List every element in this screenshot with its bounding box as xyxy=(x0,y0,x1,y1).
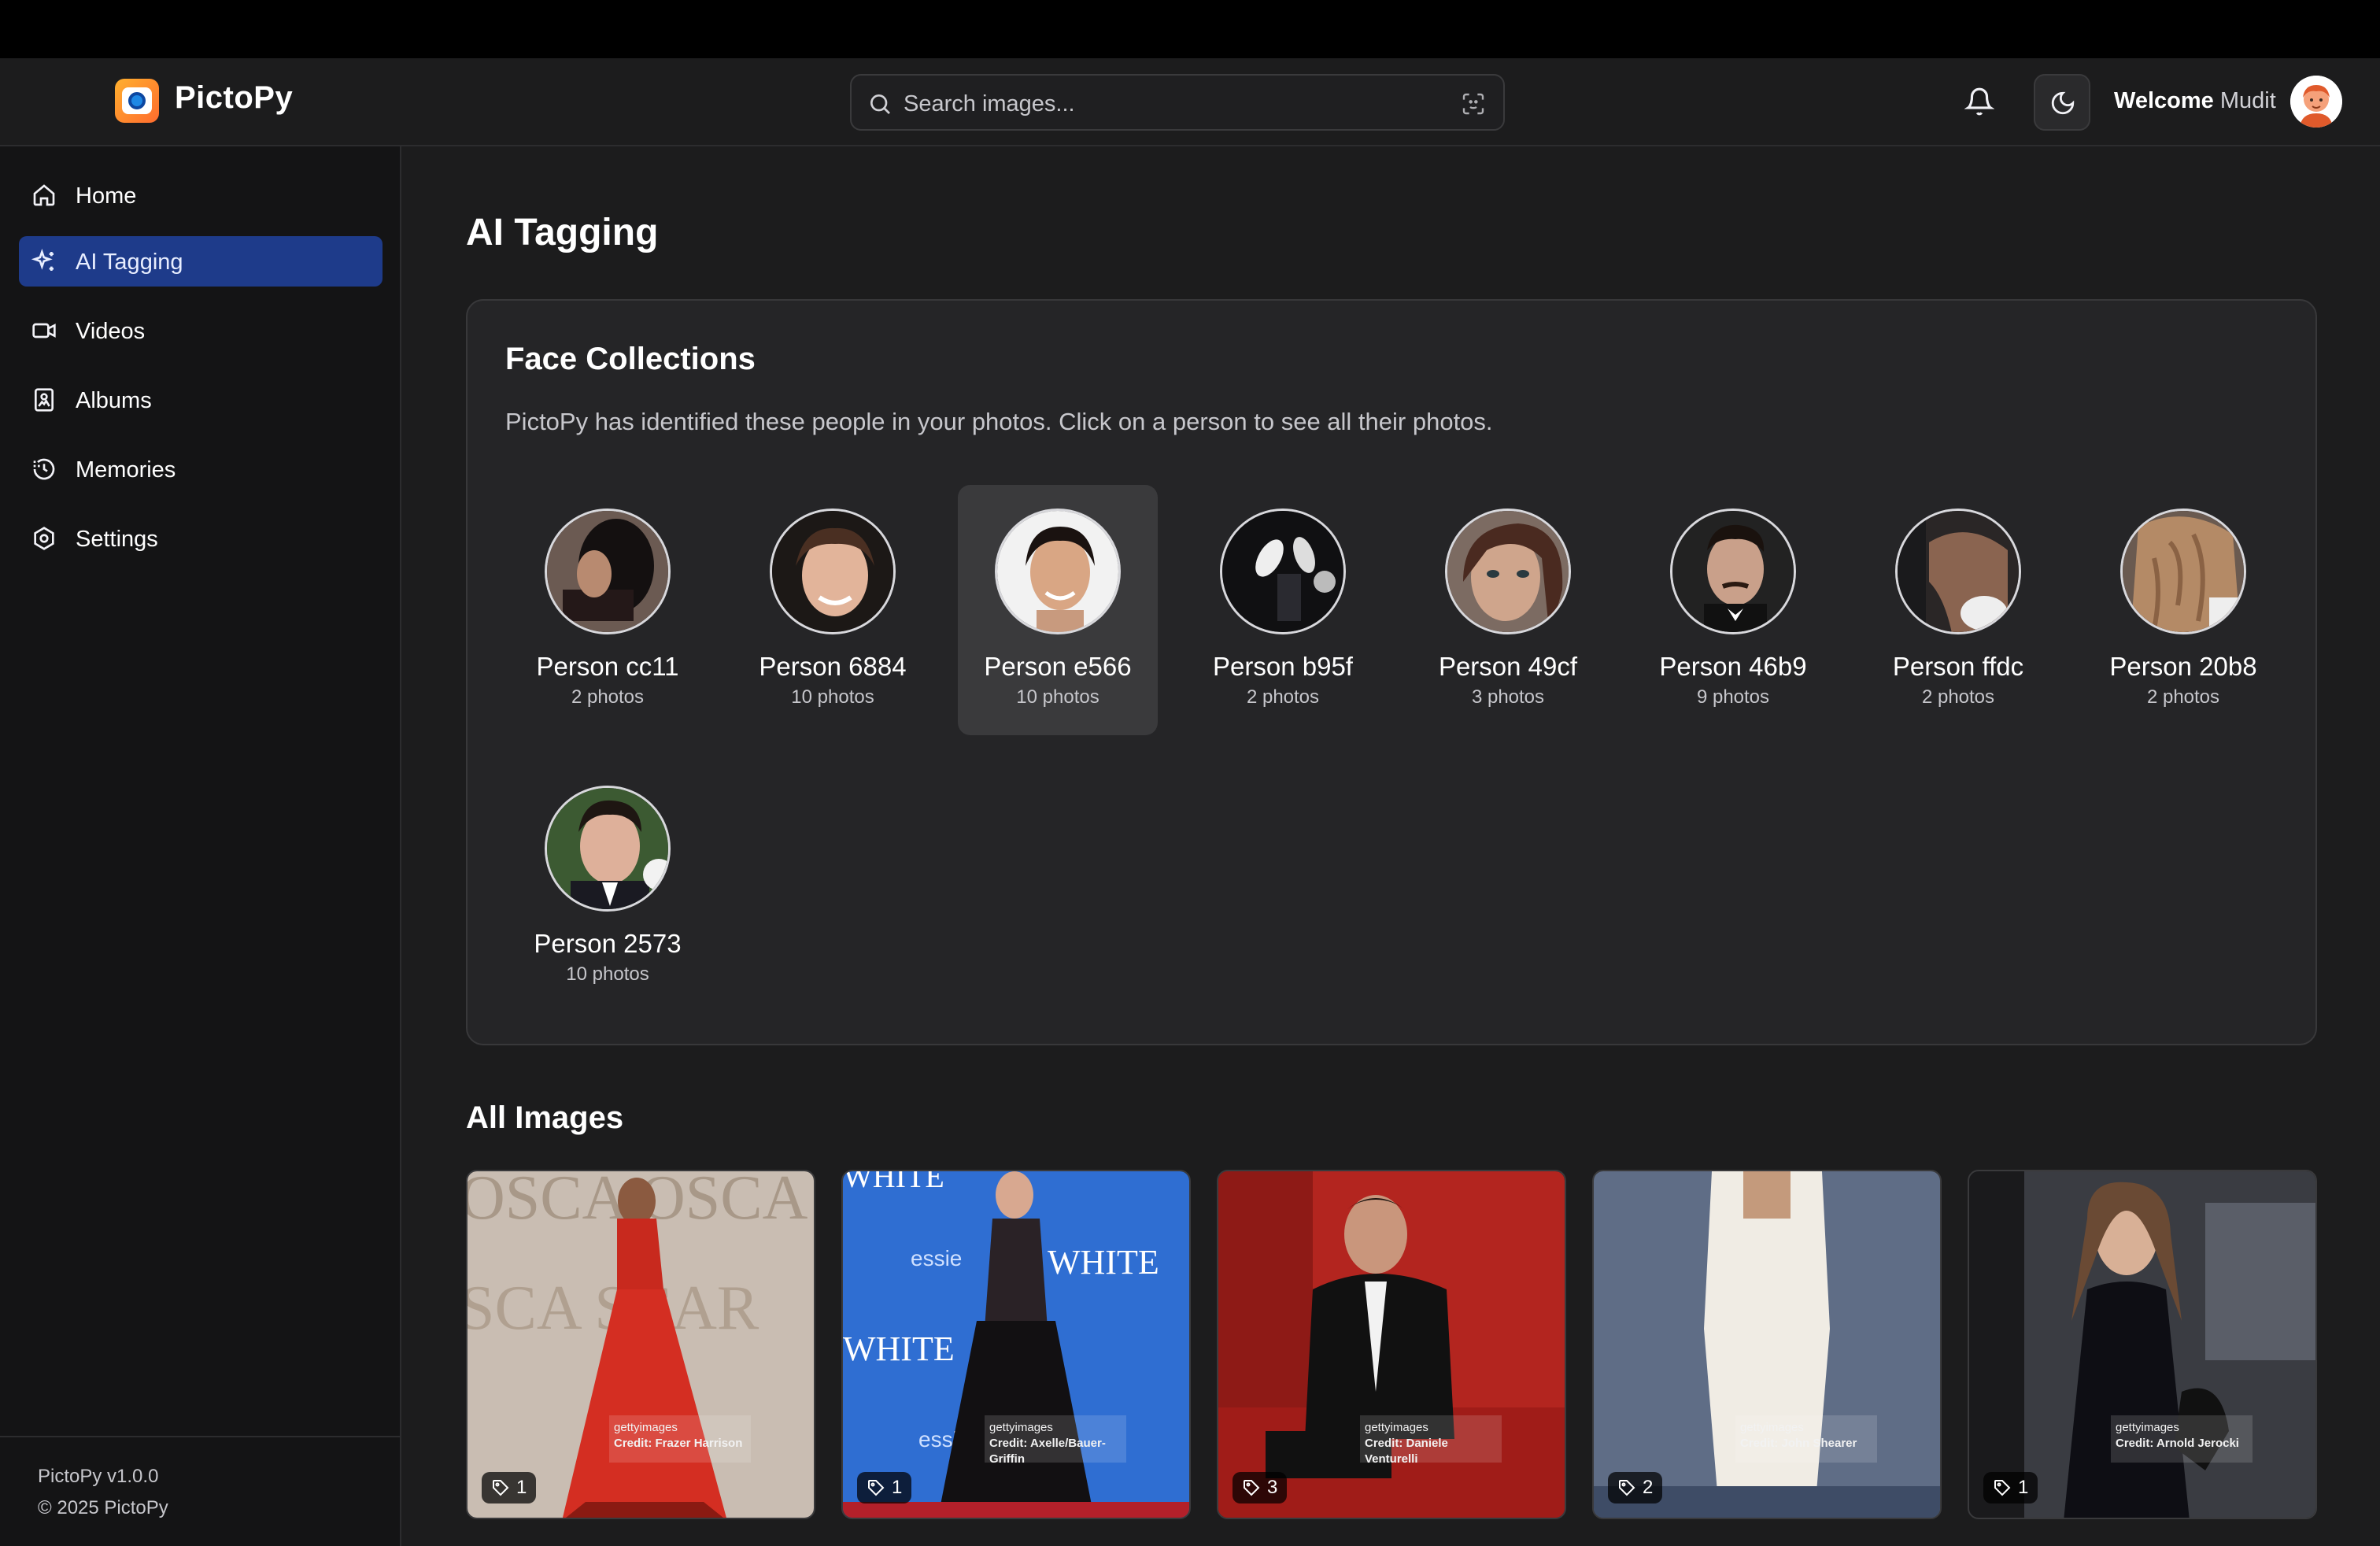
notification-bell-icon[interactable] xyxy=(1964,87,1994,117)
person-avatar xyxy=(1895,509,2021,634)
tag-icon xyxy=(1994,1480,2011,1496)
app-name: PictoPy xyxy=(175,80,294,115)
tag-icon xyxy=(868,1480,885,1496)
person-avatar xyxy=(1670,509,1796,634)
person-card[interactable]: Person ffdc 2 photos xyxy=(1858,485,2058,735)
person-card[interactable]: Person 6884 10 photos xyxy=(733,485,933,735)
getty-watermark: gettyimages Credit: Frazer Harrison xyxy=(609,1415,751,1463)
person-avatar xyxy=(545,786,671,912)
settings-icon xyxy=(34,527,54,550)
app-version: PictoPy v1.0.0 xyxy=(38,1466,159,1487)
person-card[interactable]: Person 2573 10 photos xyxy=(508,762,708,1012)
main-content: AI Tagging Face Collections PictoPy has … xyxy=(401,146,2380,1546)
history-icon xyxy=(33,458,55,480)
tag-count-badge: 1 xyxy=(1983,1472,2038,1503)
person-card[interactable]: Person 49cf 3 photos xyxy=(1408,485,1608,735)
moon-icon xyxy=(2051,91,2075,115)
sidebar-item-label: Settings xyxy=(76,527,158,552)
sidebar: Home AI Tagging Videos Albums Memories S… xyxy=(0,146,401,1546)
person-avatar xyxy=(545,509,671,634)
sidebar-footer: PictoPy v1.0.0 © 2025 PictoPy xyxy=(0,1436,400,1524)
home-icon xyxy=(33,184,55,206)
all-images-title: All Images xyxy=(466,1100,624,1135)
video-icon xyxy=(32,323,56,338)
person-card[interactable]: Person cc11 2 photos xyxy=(508,485,708,735)
sidebar-item-label: Videos xyxy=(76,319,146,344)
svg-text:WHITE: WHITE xyxy=(1048,1243,1159,1282)
app-header: PictoPy Search images... Welcome Mudit xyxy=(0,58,2380,146)
copyright-text: © 2025 PictoPy xyxy=(38,1497,168,1518)
sidebar-item-ai-tagging[interactable]: AI Tagging xyxy=(19,236,382,287)
search-input[interactable]: Search images... xyxy=(904,91,1075,117)
theme-toggle-button[interactable] xyxy=(2034,74,2090,131)
sidebar-item-memories[interactable]: Memories xyxy=(19,444,382,494)
search-bar[interactable]: Search images... xyxy=(850,74,1505,131)
svg-text:essie: essie xyxy=(911,1246,962,1270)
person-avatar xyxy=(1220,509,1346,634)
search-icon xyxy=(870,94,890,114)
face-collections-description: PictoPy has identified these people in y… xyxy=(505,408,1493,435)
user-avatar[interactable] xyxy=(2290,76,2342,128)
sparkles-icon xyxy=(31,249,54,271)
sidebar-item-label: Albums xyxy=(76,388,152,413)
face-scan-icon[interactable] xyxy=(1461,91,1486,117)
image-thumbnail[interactable]: gettyimages Credit: John Shearer 2 xyxy=(1592,1170,1942,1519)
tag-icon xyxy=(493,1480,509,1496)
person-card[interactable]: Person e566 10 photos xyxy=(958,485,1158,735)
person-avatar xyxy=(1445,509,1571,634)
face-collections-title: Face Collections xyxy=(505,342,756,376)
image-thumbnail[interactable]: gettyimages Credit: Arnold Jerocki 1 xyxy=(1968,1170,2317,1519)
getty-watermark: gettyimages Credit: Daniele Venturelli xyxy=(1360,1415,1502,1466)
person-avatar xyxy=(770,509,896,634)
svg-text:WHITE: WHITE xyxy=(843,1171,944,1194)
image-thumbnail[interactable]: gettyimages Credit: Daniele Venturelli 3 xyxy=(1217,1170,1566,1519)
sidebar-item-videos[interactable]: Videos xyxy=(19,305,382,356)
album-icon xyxy=(35,388,54,412)
person-avatar xyxy=(2120,509,2246,634)
tag-icon xyxy=(1244,1480,1260,1496)
tag-icon xyxy=(1619,1480,1635,1496)
tag-count-badge: 1 xyxy=(482,1472,537,1503)
person-card[interactable]: Person 20b8 2 photos xyxy=(2083,485,2283,735)
tag-count-badge: 3 xyxy=(1232,1472,1288,1503)
getty-watermark: gettyimages Credit: John Shearer xyxy=(1735,1415,1877,1463)
svg-text:WHITE: WHITE xyxy=(843,1330,955,1368)
image-thumbnail[interactable]: OSCA OSCA SCA SCAR gettyimages Credit: Fra… xyxy=(466,1170,815,1519)
sidebar-item-label: Home xyxy=(76,183,137,209)
page-title: AI Tagging xyxy=(466,212,659,253)
person-card[interactable]: Person 46b9 9 photos xyxy=(1633,485,1833,735)
getty-watermark: gettyimages Credit: Arnold Jerocki xyxy=(2111,1415,2252,1463)
sidebar-item-label: AI Tagging xyxy=(76,250,183,275)
sidebar-item-home[interactable]: Home xyxy=(19,170,382,220)
getty-watermark: gettyimages Credit: Axelle/Bauer-Griffin xyxy=(985,1415,1126,1466)
person-avatar xyxy=(995,509,1121,634)
tag-count-badge: 1 xyxy=(857,1472,912,1503)
sidebar-item-settings[interactable]: Settings xyxy=(19,513,382,564)
person-card[interactable]: Person b95f 2 photos xyxy=(1183,485,1383,735)
app-logo xyxy=(115,79,159,123)
tag-count-badge: 2 xyxy=(1608,1472,1663,1503)
face-collections-card: Face Collections PictoPy has identified … xyxy=(466,299,2317,1045)
image-thumbnail[interactable]: WHITE WHITE WHITE essie essie gettyimages Cre… xyxy=(841,1170,1191,1519)
window-top-strip xyxy=(0,0,2380,58)
sidebar-item-albums[interactable]: Albums xyxy=(19,375,382,425)
sidebar-item-label: Memories xyxy=(76,457,176,483)
welcome-text: Welcome Mudit xyxy=(2114,88,2276,113)
